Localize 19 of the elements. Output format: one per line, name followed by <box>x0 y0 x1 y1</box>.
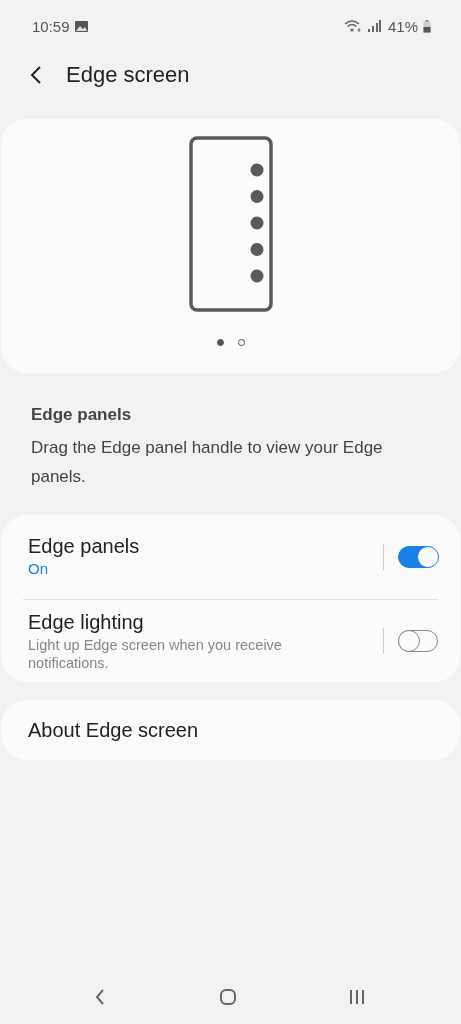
section-title: Edge panels <box>31 405 133 425</box>
back-nav-icon[interactable] <box>93 988 107 1006</box>
recents-nav-icon[interactable] <box>348 989 366 1005</box>
home-nav-icon[interactable] <box>218 988 237 1006</box>
setting-title[interactable]: Edge lighting <box>28 610 144 634</box>
battery-percent: 41% <box>387 17 418 35</box>
signal-icon <box>366 20 381 32</box>
wifi-icon <box>343 20 362 32</box>
image-icon <box>74 20 88 32</box>
status-time: 10:59 <box>32 17 70 35</box>
page-indicator-dot[interactable] <box>216 339 224 346</box>
section-description: Drag the Edge panel handle to view your Edge panels. <box>31 437 384 488</box>
setting-status: On <box>28 559 48 579</box>
setting-title[interactable]: Edge panels <box>28 534 140 558</box>
page-title: Edge screen <box>66 62 190 88</box>
toggle-switch[interactable] <box>398 546 438 568</box>
setting-description: Light up Edge screen when you receive notifications. <box>28 635 283 672</box>
about-item[interactable]: About Edge screen <box>1 700 460 760</box>
battery-icon <box>423 19 431 33</box>
